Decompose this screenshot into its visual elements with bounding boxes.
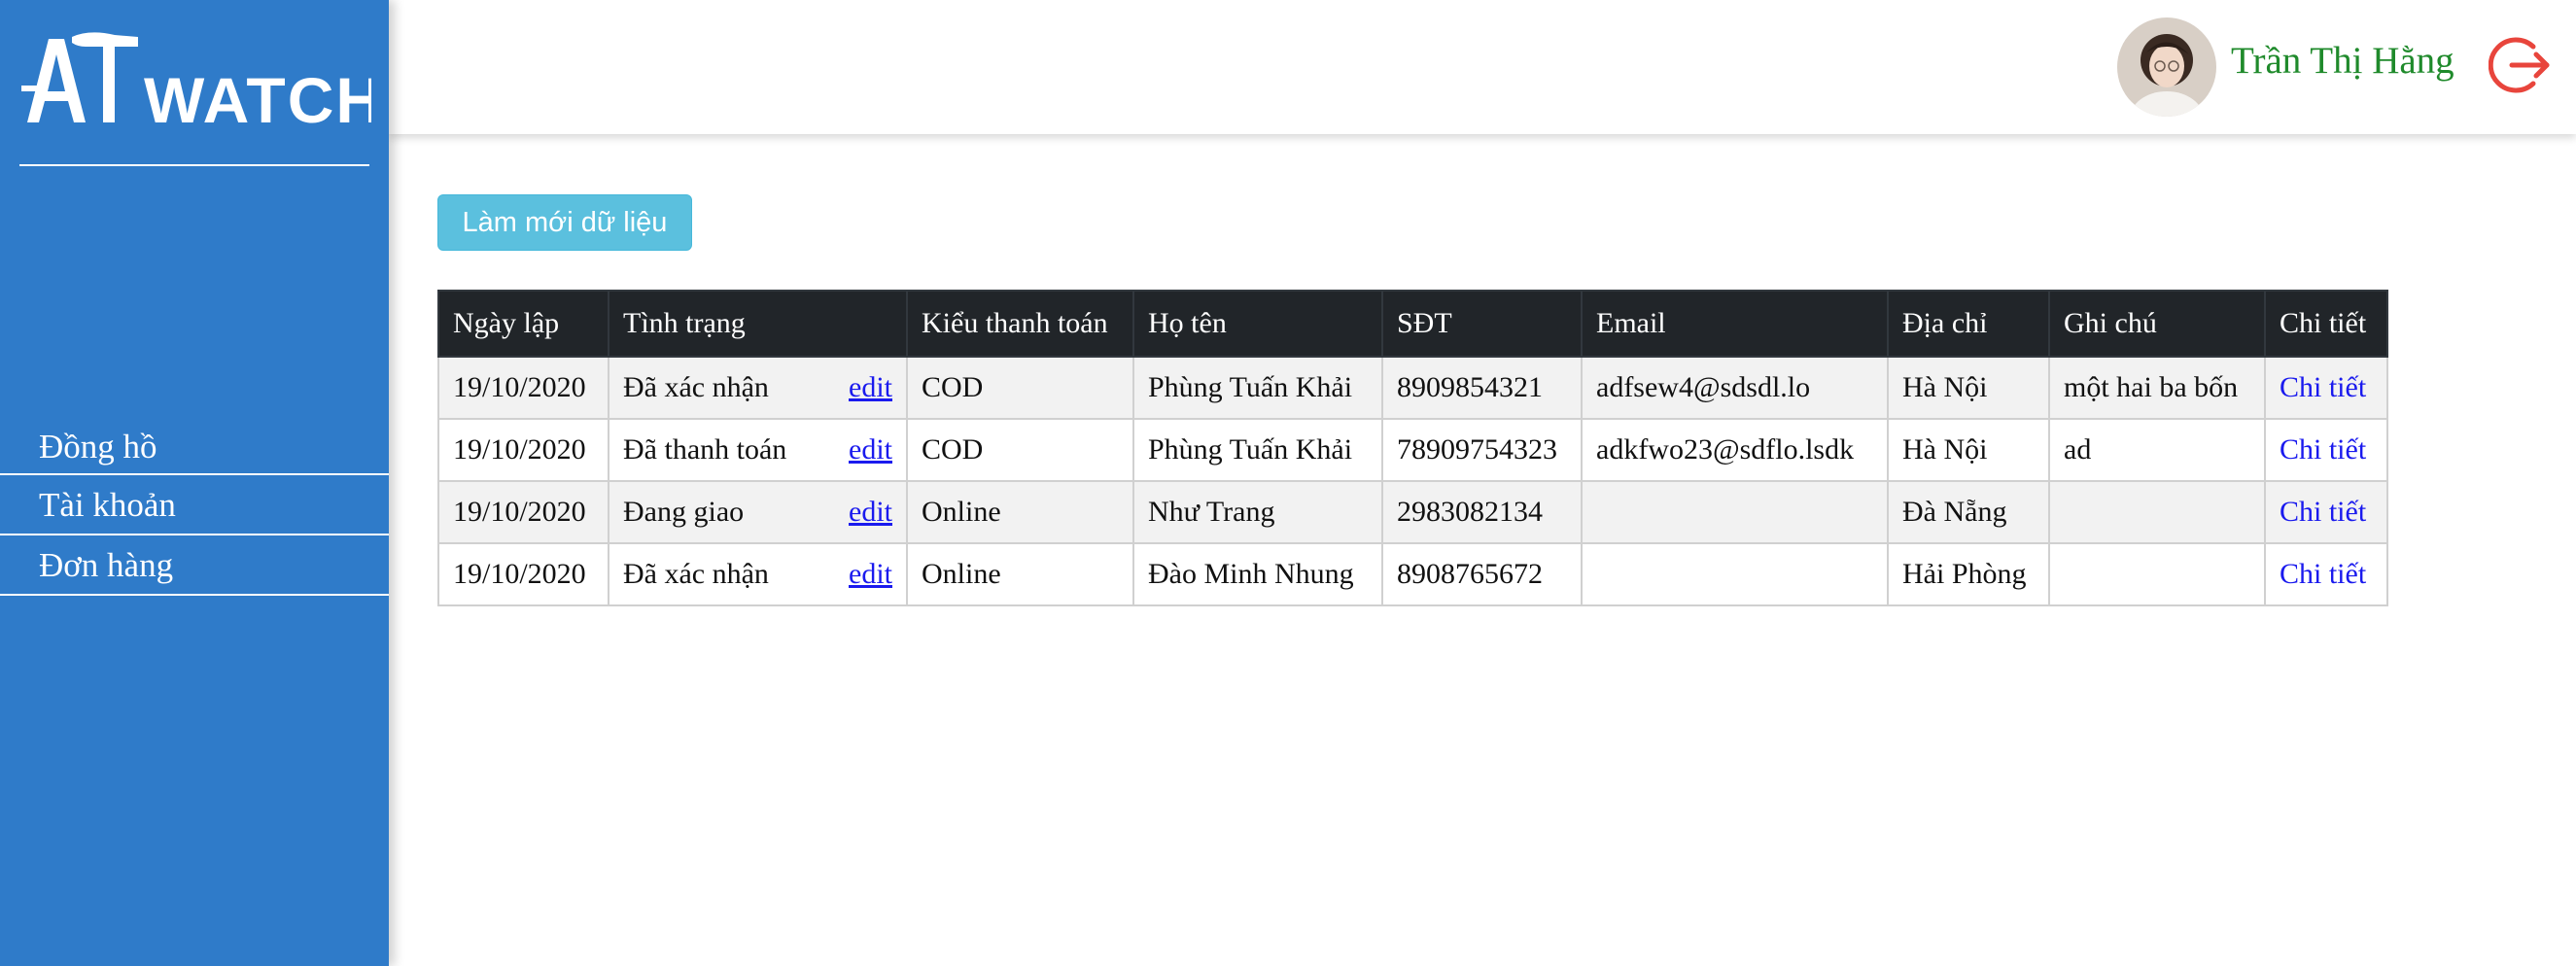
status-text: Đang giao [623,496,745,528]
table-row: 19/10/2020 Đang giao edit Online Như Tran… [437,480,2388,544]
cell-address: Đà Nẵng [1887,480,2050,544]
sidebar-item-dong-ho[interactable]: Đồng hồ [0,417,389,475]
orders-table: Ngày lập Tình trạng Kiểu thanh toán Họ t… [437,290,2388,606]
cell-status: Đã thanh toán edit [608,418,908,482]
logout-icon[interactable] [2489,33,2553,97]
cell-status: Đã xác nhận edit [608,542,908,606]
cell-phone: 8909854321 [1381,356,1583,420]
sidebar: WATCH Đồng hồ Tài khoản Đơn hàng [0,0,389,966]
column-header-address: Địa chỉ [1887,290,2050,358]
cell-payment: Online [906,480,1134,544]
cell-phone: 8908765672 [1381,542,1583,606]
detail-link[interactable]: Chi tiết [2280,496,2366,528]
cell-name: Phùng Tuấn Khải [1132,418,1383,482]
column-header-date: Ngày lập [437,290,609,358]
user-name: Trần Thị Hằng [2231,40,2454,82]
atwatch-logo[interactable]: WATCH [21,27,371,134]
cell-detail: Chi tiết [2264,356,2388,420]
column-header-note: Ghi chú [2048,290,2266,358]
status-text: Đã thanh toán [623,433,787,466]
cell-date: 19/10/2020 [437,356,609,420]
cell-email: adkfwo23@sdflo.lsdk [1581,418,1889,482]
cell-date: 19/10/2020 [437,418,609,482]
cell-email [1581,542,1889,606]
cell-phone: 2983082134 [1381,480,1583,544]
table-row: 19/10/2020 Đã xác nhận edit COD Phùng Tuấ… [437,356,2388,420]
detail-link[interactable]: Chi tiết [2280,433,2366,466]
sidebar-item-don-hang[interactable]: Đơn hàng [0,535,389,596]
logo-divider [19,164,369,166]
cell-address: Hà Nội [1887,356,2050,420]
cell-status: Đã xác nhận edit [608,356,908,420]
cell-name: Như Trang [1132,480,1383,544]
cell-detail: Chi tiết [2264,542,2388,606]
top-header: Trần Thị Hằng [389,0,2576,134]
cell-address: Hải Phòng [1887,542,2050,606]
cell-note: một hai ba bốn [2048,356,2266,420]
status-text: Đã xác nhận [623,371,769,403]
cell-email: adfsew4@sdsdl.lo [1581,356,1889,420]
cell-email [1581,480,1889,544]
table-row: 19/10/2020 Đã xác nhận edit Online Đào Mi… [437,542,2388,606]
detail-link[interactable]: Chi tiết [2280,558,2366,590]
status-text: Đã xác nhận [623,558,769,590]
cell-date: 19/10/2020 [437,480,609,544]
avatar-photo [2117,17,2216,117]
column-header-phone: SĐT [1381,290,1583,358]
cell-phone: 78909754323 [1381,418,1583,482]
sidebar-nav: Đồng hồ Tài khoản Đơn hàng [0,417,389,596]
cell-name: Phùng Tuấn Khải [1132,356,1383,420]
refresh-data-button[interactable]: Làm mới dữ liệu [437,194,692,251]
column-header-status: Tình trạng [608,290,908,358]
cell-payment: COD [906,356,1134,420]
sidebar-item-tai-khoan[interactable]: Tài khoản [0,475,389,535]
column-header-detail: Chi tiết [2264,290,2388,358]
column-header-email: Email [1581,290,1889,358]
column-header-name: Họ tên [1132,290,1383,358]
edit-link[interactable]: edit [849,558,892,591]
cell-address: Hà Nội [1887,418,2050,482]
edit-link[interactable]: edit [849,433,892,466]
cell-detail: Chi tiết [2264,480,2388,544]
edit-link[interactable]: edit [849,496,892,529]
edit-link[interactable]: edit [849,371,892,404]
cell-note [2048,542,2266,606]
cell-payment: Online [906,542,1134,606]
column-header-payment: Kiểu thanh toán [906,290,1134,358]
user-avatar[interactable] [2117,17,2216,117]
cell-detail: Chi tiết [2264,418,2388,482]
cell-status: Đang giao edit [608,480,908,544]
detail-link[interactable]: Chi tiết [2280,371,2366,403]
svg-text:WATCH: WATCH [144,64,371,134]
table-row: 19/10/2020 Đã thanh toán edit COD Phùng T… [437,418,2388,482]
cell-name: Đào Minh Nhung [1132,542,1383,606]
cell-note [2048,480,2266,544]
cell-payment: COD [906,418,1134,482]
table-header-row: Ngày lập Tình trạng Kiểu thanh toán Họ t… [437,290,2388,358]
cell-note: ad [2048,418,2266,482]
cell-date: 19/10/2020 [437,542,609,606]
